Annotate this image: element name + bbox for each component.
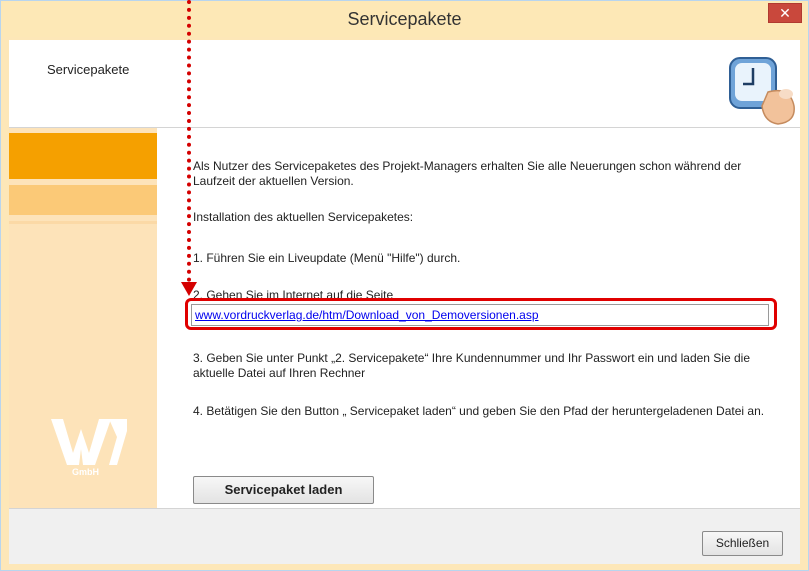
load-servicepack-button[interactable]: Servicepaket laden [193,476,374,504]
window-title: Servicepakete [347,9,462,29]
sidebar-accent-bar [9,133,157,179]
header-label: Servicepakete [47,62,130,77]
sidebar-accent-bar-light [9,185,157,215]
header-panel: Servicepakete [9,40,800,128]
sidebar-divider [9,221,157,224]
annotation-arrow-head [181,282,197,296]
dialog-window: Servicepakete ✕ Servicepakete GmbH Als N… [0,0,809,571]
window-close-button[interactable]: ✕ [768,3,802,23]
intro-text: Als Nutzer des Servicepaketes des Projek… [193,159,742,188]
title-bar[interactable]: Servicepakete ✕ [1,1,808,37]
clock-key-icon [729,57,795,125]
footer-bar [9,508,800,564]
annotation-highlight-frame [185,298,777,330]
install-heading: Installation des aktuellen Servicepakete… [193,210,414,224]
company-logo [51,419,127,465]
step-3-text: 3. Geben Sie unter Punkt „2. Servicepake… [193,351,750,380]
close-button[interactable]: Schließen [702,531,783,556]
step-1-text: 1. Führen Sie ein Liveupdate (Menü "Hilf… [193,251,461,265]
logo-subtitle: GmbH [72,467,99,477]
step-4-text: 4. Betätigen Sie den Button „ Servicepak… [193,404,765,418]
annotation-dotted-line [187,0,191,282]
